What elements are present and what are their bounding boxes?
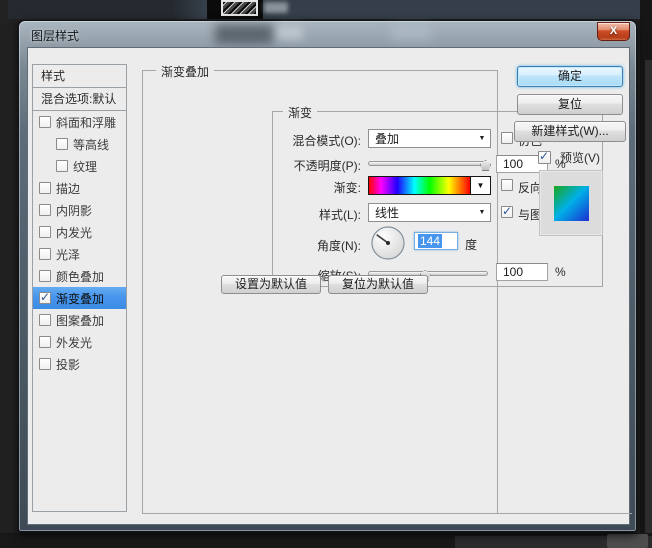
sidebar-item-label: 等高线 [73,136,109,153]
style-label: 样式(L): [273,206,361,223]
background-panel-strip [8,0,640,19]
dialog-client-area: 样式 混合选项:默认 斜面和浮雕 等高线 纹理 描边 内阴影 [27,47,630,525]
sidebar-item-label: 内阴影 [56,202,92,219]
sidebar-item-label: 斜面和浮雕 [56,114,116,131]
group-title: 渐变叠加 [156,63,214,80]
scale-value-field[interactable]: 100 [496,263,548,281]
chevron-down-icon: ▼ [474,209,490,216]
checkbox[interactable] [39,292,51,304]
sidebar-item-label: 渐变叠加 [56,290,104,307]
sidebar-item-stroke[interactable]: 描边 [33,177,126,199]
layer-style-dialog: 图层样式 X 样式 混合选项:默认 斜面和浮雕 等高线 纹理 [18,20,637,532]
checkbox[interactable] [39,270,51,282]
reset-default-button[interactable]: 复位为默认值 [328,275,428,294]
style-dropdown[interactable]: 线性 ▼ [368,203,491,222]
reset-button[interactable]: 复位 [517,94,623,115]
chevron-down-icon: ▼ [474,135,490,142]
divider [498,513,632,514]
sidebar-item-label: 颜色叠加 [56,268,104,285]
angle-label: 角度(N): [273,237,361,254]
sidebar-item-label: 纹理 [73,158,97,175]
style-preview-frame [539,170,603,236]
scale-unit: % [555,265,566,279]
sidebar-item-blending-options[interactable]: 混合选项:默认 [33,88,126,111]
checkbox[interactable] [39,182,51,194]
background-bottom-widget [607,534,648,548]
blend-mode-dropdown[interactable]: 叠加 ▼ [368,129,491,148]
checkbox[interactable] [39,204,51,216]
checkbox[interactable] [39,248,51,260]
checkbox[interactable] [39,358,51,370]
titlebar-glass-smudge [277,26,303,40]
checkbox[interactable] [39,336,51,348]
dither-checkbox[interactable] [501,132,513,144]
angle-dial[interactable] [369,224,407,262]
dialog-title: 图层样式 [31,27,79,44]
sidebar-item-pattern-overlay[interactable]: 图案叠加 [33,309,126,331]
preview-checkbox[interactable] [538,151,551,164]
sidebar-item-inner-shadow[interactable]: 内阴影 [33,199,126,221]
dial-center-dot [386,241,390,245]
sidebar-item-inner-glow[interactable]: 内发光 [33,221,126,243]
sidebar-item-label: 光泽 [56,246,80,263]
checkbox[interactable] [39,314,51,326]
titlebar-glass-smudge [391,26,431,40]
sidebar-item-satin[interactable]: 光泽 [33,243,126,265]
sidebar-item-color-overlay[interactable]: 颜色叠加 [33,265,126,287]
sidebar-item-contour[interactable]: 等高线 [33,133,126,155]
style-value: 线性 [369,204,474,221]
opacity-slider-track[interactable] [368,161,486,166]
dialog-titlebar[interactable]: 图层样式 X [19,21,636,47]
angle-value-field[interactable]: 144 [414,232,458,250]
chevron-down-icon[interactable]: ▼ [471,177,490,194]
checkbox[interactable] [56,160,68,172]
gradient-picker[interactable]: ▼ [368,176,491,195]
checkbox[interactable] [56,138,68,150]
style-preview-thumbnail [554,186,589,221]
gradient-overlay-group: 渐变叠加 渐变 混合模式(O): 叠加 ▼ 仿色 不透明度(P): [142,70,498,514]
opacity-slider[interactable] [368,158,486,172]
angle-unit: 度 [465,236,477,253]
sidebar-item-styles[interactable]: 样式 [33,65,126,88]
sidebar-item-label: 内发光 [56,224,92,241]
checkbox[interactable] [39,226,51,238]
new-style-button[interactable]: 新建样式(W)... [514,121,626,142]
ok-button[interactable]: 确定 [517,66,623,87]
opacity-label: 不透明度(P): [273,157,361,174]
gradient-spectrum-swatch[interactable] [369,177,471,194]
layer-thumbnail-stripes [221,0,258,16]
blend-mode-value: 叠加 [369,130,474,147]
sidebar-item-drop-shadow[interactable]: 投影 [33,353,126,375]
sidebar-item-texture[interactable]: 纹理 [33,155,126,177]
sidebar-item-outer-glow[interactable]: 外发光 [33,331,126,353]
styles-listbox: 样式 混合选项:默认 斜面和浮雕 等高线 纹理 描边 内阴影 [32,64,127,512]
checkbox[interactable] [39,116,51,128]
sidebar-item-gradient-overlay[interactable]: 渐变叠加 [33,287,126,309]
preview-label: 预览(V) [560,149,600,166]
sidebar-item-label: 描边 [56,180,80,197]
make-default-button[interactable]: 设置为默认值 [221,275,321,294]
blend-mode-label: 混合模式(O): [273,132,361,149]
gradient-label: 渐变: [273,179,361,196]
sidebar-item-label: 图案叠加 [56,312,104,329]
sidebar-item-label: 外发光 [56,334,92,351]
subgroup-title: 渐变 [283,104,317,121]
reverse-checkbox[interactable] [501,179,513,191]
sidebar-item-bevel-emboss[interactable]: 斜面和浮雕 [33,111,126,133]
photoshop-background: 图层样式 X 样式 混合选项:默认 斜面和浮雕 等高线 纹理 [0,0,652,548]
background-right-strip-inner [645,60,652,548]
preview-toggle[interactable]: 预览(V) [538,149,600,166]
selected-text: 144 [418,234,442,248]
sidebar-item-label: 投影 [56,356,80,373]
titlebar-glass-smudge [215,24,273,44]
close-icon[interactable]: X [597,22,630,41]
align-with-layer-checkbox[interactable] [501,206,513,218]
background-blurred-text [264,2,288,13]
